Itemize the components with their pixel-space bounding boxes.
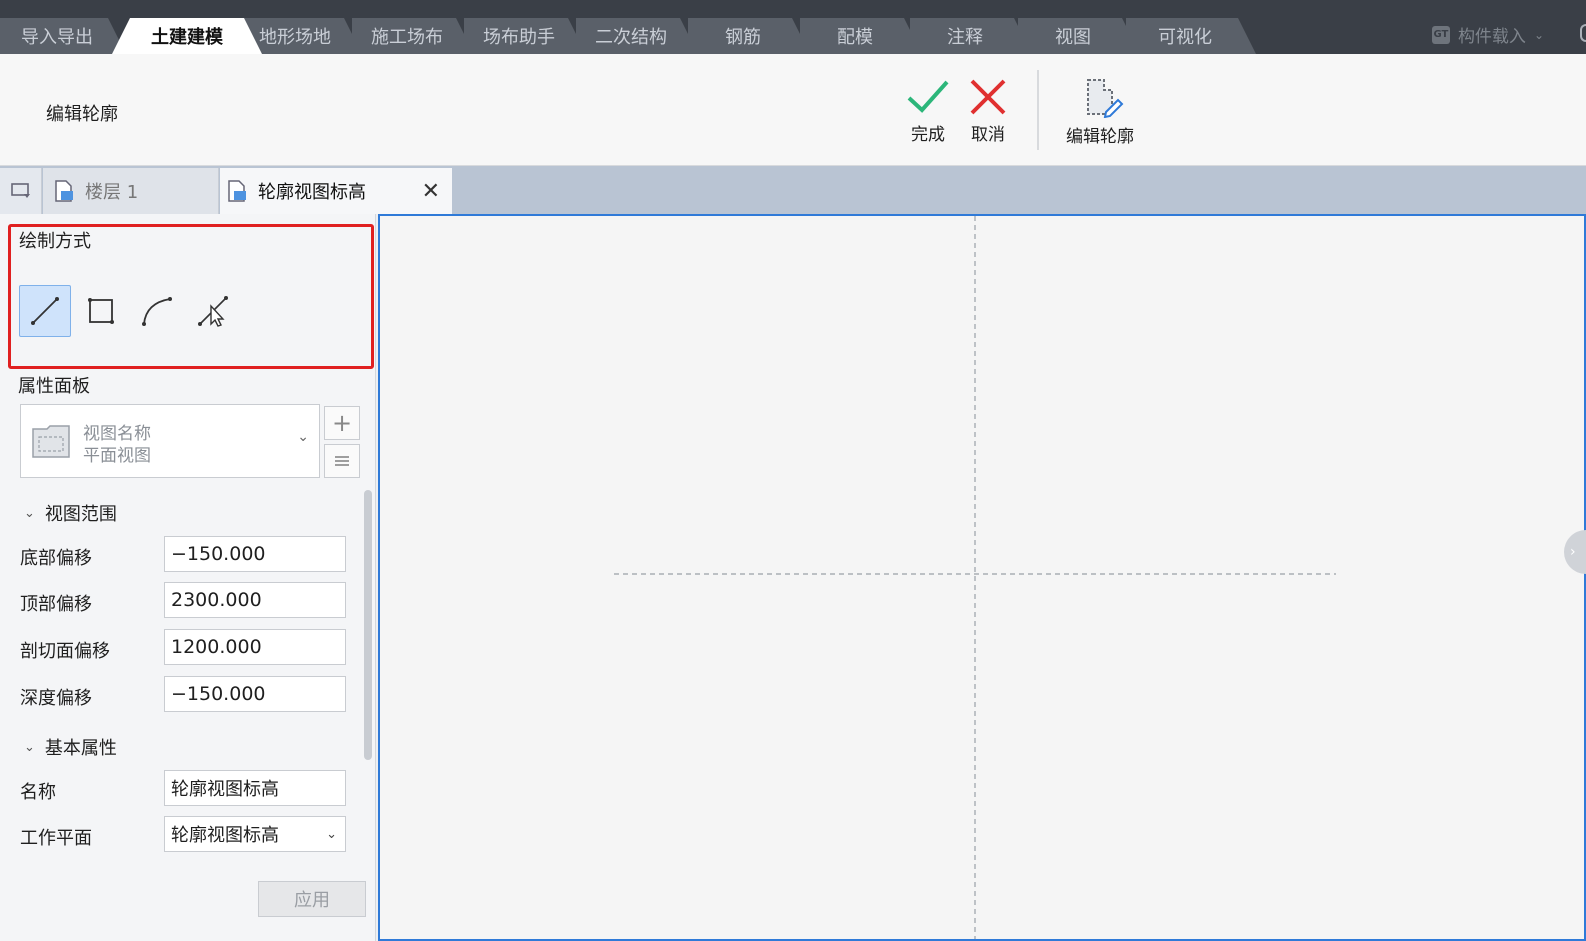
apply-button[interactable]: 应用 — [258, 881, 366, 917]
view-type-selector[interactable]: 视图名称 平面视图 ⌄ — [20, 404, 320, 478]
tab-overview[interactable] — [0, 168, 42, 214]
close-tab-icon[interactable]: ✕ — [422, 179, 440, 204]
tab-floor-1[interactable]: 楼层 1 — [43, 168, 219, 214]
tab-visualization[interactable]: 可视化 — [1126, 18, 1256, 54]
floor-plan-icon — [55, 180, 73, 202]
draw-line-tool[interactable] — [19, 285, 71, 337]
chevron-down-icon: ⌄ — [24, 739, 35, 755]
tab-profile-view-level[interactable]: 轮廓视图标高 ✕ — [220, 168, 452, 214]
add-view-button[interactable]: + — [324, 406, 360, 440]
chevron-down-icon: ⌄ — [24, 505, 35, 521]
depth-offset-label: 深度偏移 — [20, 688, 92, 709]
draw-arc-tool[interactable] — [131, 285, 183, 337]
tab-view[interactable]: 视图 — [1018, 18, 1140, 54]
tab-construction-site[interactable]: 施工场布 — [352, 18, 474, 54]
tab-profile-view-level-label: 轮廓视图标高 — [258, 182, 366, 203]
draw-mode-label: 绘制方式 — [19, 231, 91, 252]
chevron-down-icon: ⌄ — [297, 429, 309, 445]
tab-civil-modeling[interactable]: 土建建模 — [112, 18, 262, 54]
check-icon — [907, 80, 949, 113]
name-input[interactable]: 轮廓视图标高 — [164, 770, 346, 806]
tab-import-export[interactable]: 导入导出 — [0, 18, 126, 54]
sliders-icon — [335, 456, 349, 466]
document-tab-bar: 楼层 1 轮廓视图标高 ✕ — [0, 166, 1586, 214]
canvas-reference-lines — [614, 216, 1336, 939]
overflow-icon[interactable] — [1580, 24, 1586, 42]
floor-plan-icon — [228, 180, 246, 202]
cancel-button[interactable]: 取消 — [968, 78, 1008, 145]
group-view-range-label: 视图范围 — [44, 504, 117, 525]
workplane-select[interactable]: 轮廓视图标高 ⌄ — [164, 816, 346, 852]
workplane-label: 工作平面 — [20, 828, 92, 849]
cut-plane-offset-input[interactable]: 1200.000 — [164, 629, 346, 665]
component-load-label: 构件载入 — [1457, 27, 1526, 47]
tab-rebar[interactable]: 钢筋 — [688, 18, 810, 54]
tab-annotation[interactable]: 注释 — [910, 18, 1032, 54]
group-view-range[interactable]: ⌄ 视图范围 — [24, 500, 117, 526]
view-thumbnail-icon — [32, 425, 70, 458]
close-icon — [970, 79, 1006, 115]
cancel-label: 取消 — [971, 125, 1005, 145]
edit-profile-button[interactable]: 编辑轮廓 — [1066, 78, 1134, 147]
screen-icon — [10, 183, 30, 198]
component-library-icon: GT — [1431, 25, 1450, 44]
chevron-right-icon: › — [1570, 544, 1576, 560]
group-basic-properties-label: 基本属性 — [44, 738, 117, 759]
tab-site-assistant[interactable]: 场布助手 — [464, 18, 586, 54]
tab-secondary-structure[interactable]: 二次结构 — [576, 18, 698, 54]
view-type-label: 平面视图 — [83, 446, 151, 466]
toolbar-context-title: 编辑轮廓 — [46, 104, 118, 125]
edit-profile-icon — [1087, 79, 1124, 118]
plus-icon: + — [331, 409, 353, 437]
done-label: 完成 — [911, 125, 945, 145]
component-load-button[interactable]: GT 构件载入 ⌄ — [1431, 22, 1544, 47]
rectangle-icon — [88, 298, 114, 324]
chevron-down-icon: ⌄ — [1533, 27, 1544, 42]
toolbar-divider — [1037, 70, 1039, 150]
properties-panel-label: 属性面板 — [18, 376, 90, 397]
workplane-value: 轮廓视图标高 — [171, 825, 279, 846]
edit-profile-label: 编辑轮廓 — [1066, 127, 1134, 147]
bottom-offset-label: 底部偏移 — [20, 548, 92, 569]
depth-offset-input[interactable]: −150.000 — [164, 676, 346, 712]
chevron-down-icon: ⌄ — [326, 826, 337, 842]
view-settings-button[interactable] — [324, 444, 360, 478]
name-label: 名称 — [20, 782, 56, 803]
draw-mode-highlight: 绘制方式 — [8, 224, 374, 369]
arc-icon — [142, 297, 172, 326]
pick-line-icon — [198, 296, 228, 327]
bottom-offset-input[interactable]: −150.000 — [164, 536, 346, 572]
toolbar: 编辑轮廓 完成 取消 编辑轮廓 — [0, 54, 1586, 166]
top-offset-input[interactable]: 2300.000 — [164, 582, 346, 618]
draw-pick-line-tool[interactable] — [187, 285, 239, 337]
top-offset-label: 顶部偏移 — [20, 594, 92, 615]
line-icon — [31, 297, 59, 325]
done-button[interactable]: 完成 — [906, 78, 950, 145]
draw-rectangle-tool[interactable] — [75, 285, 127, 337]
drawing-canvas[interactable]: › — [378, 214, 1586, 941]
tab-formwork[interactable]: 配模 — [800, 18, 922, 54]
group-basic-properties[interactable]: ⌄ 基本属性 — [24, 734, 117, 760]
properties-scrollbar[interactable] — [364, 490, 372, 760]
cut-plane-offset-label: 剖切面偏移 — [20, 641, 110, 662]
tab-floor-1-label: 楼层 1 — [85, 182, 139, 203]
ribbon-tab-bar: 导入导出 地形场地 施工场布 场布助手 二次结构 钢筋 配模 注释 视图 可视化… — [0, 0, 1586, 54]
left-panel: 绘制方式 属性面板 视图名称 平面视图 ⌄ + ⌄ 视图范围 底部偏移 −150… — [0, 214, 376, 941]
